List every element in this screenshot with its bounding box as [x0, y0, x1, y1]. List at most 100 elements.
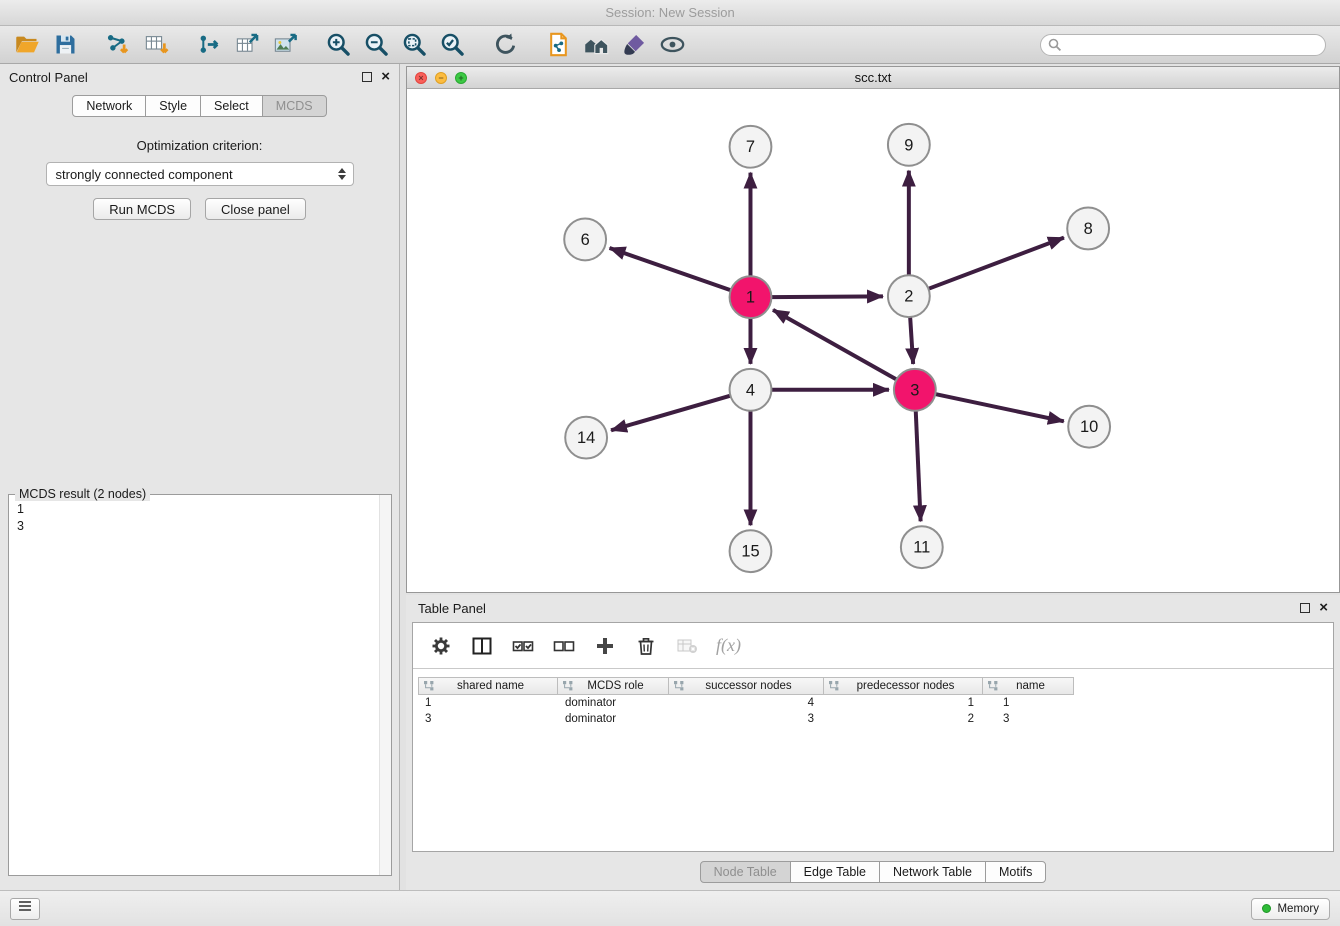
close-panel-icon[interactable]: × [381, 71, 390, 83]
edge-3-1[interactable] [773, 310, 897, 380]
zoom-window-button[interactable]: + [455, 72, 467, 84]
control-panel-tabs: NetworkStyleSelectMCDS [0, 95, 399, 117]
column-label: predecessor nodes [843, 680, 982, 692]
edge-4-14[interactable] [611, 396, 730, 431]
close-table-panel-icon[interactable]: × [1319, 602, 1328, 614]
apply-style-icon[interactable] [621, 31, 648, 58]
node-15[interactable]: 15 [730, 530, 772, 572]
optimization-criterion-dropdown[interactable]: strongly connected component [46, 162, 354, 186]
table-cell-successor-nodes[interactable]: 4 [670, 697, 826, 709]
task-history-button[interactable] [10, 898, 40, 920]
export-table-icon[interactable] [234, 31, 261, 58]
node-7[interactable]: 7 [730, 126, 772, 168]
tab-mcds[interactable]: MCDS [262, 95, 327, 117]
show-hide-icon[interactable] [659, 31, 686, 58]
zoom-out-icon[interactable] [363, 31, 390, 58]
column-header-name[interactable]: name [982, 677, 1074, 695]
refresh-icon[interactable] [492, 31, 519, 58]
window-titlebar: Session: New Session [0, 0, 1340, 26]
svg-text:2: 2 [904, 288, 913, 306]
select-all-icon[interactable] [511, 634, 535, 658]
export-network-icon[interactable] [196, 31, 223, 58]
tab-motifs[interactable]: Motifs [985, 861, 1046, 883]
add-row-icon[interactable] [593, 634, 617, 658]
run-mcds-button[interactable]: Run MCDS [93, 198, 191, 220]
edge-2-8[interactable] [928, 238, 1064, 289]
table-cell-mcds-role[interactable]: dominator [558, 713, 670, 725]
table-row[interactable]: 1dominator411 [418, 695, 1333, 711]
table-panel: Table Panel × f(x) shared nameMCDS roles… [406, 595, 1340, 890]
column-header-mcds-role[interactable]: MCDS role [557, 677, 669, 695]
column-label: successor nodes [688, 680, 823, 692]
node-6[interactable]: 6 [564, 218, 606, 260]
columns-icon[interactable] [470, 634, 494, 658]
tab-style[interactable]: Style [145, 95, 201, 117]
gear-icon[interactable] [429, 634, 453, 658]
tab-node-table[interactable]: Node Table [700, 861, 791, 883]
tab-network-table[interactable]: Network Table [879, 861, 986, 883]
edge-2-3[interactable] [910, 317, 913, 364]
tab-edge-table[interactable]: Edge Table [790, 861, 880, 883]
table-panel-tabs: Node TableEdge TableNetwork TableMotifs [406, 861, 1340, 883]
column-header-successor-nodes[interactable]: successor nodes [668, 677, 824, 695]
edge-1-2[interactable] [771, 296, 883, 297]
deselect-all-icon[interactable] [552, 634, 576, 658]
svg-text:1: 1 [746, 289, 755, 307]
network-canvas[interactable]: 7 9 6 8 1 2 4 3 14 10 15 11 [407, 89, 1339, 592]
close-panel-button[interactable]: Close panel [205, 198, 306, 220]
tab-network[interactable]: Network [72, 95, 146, 117]
table-row[interactable]: 3dominator323 [418, 711, 1333, 727]
table-cell-name[interactable]: 3 [986, 713, 1078, 725]
tab-select[interactable]: Select [200, 95, 263, 117]
mcds-result-text: 1 3 [9, 495, 391, 541]
table-cell-shared-name[interactable]: 1 [418, 697, 558, 709]
node-14[interactable]: 14 [565, 417, 607, 459]
zoom-in-icon[interactable] [325, 31, 352, 58]
delete-row-icon[interactable] [634, 634, 658, 658]
float-panel-icon[interactable] [362, 72, 372, 82]
mcds-result-title: MCDS result (2 nodes) [15, 487, 150, 501]
svg-text:15: 15 [741, 543, 759, 561]
status-bar: Memory [0, 890, 1340, 926]
first-neighbors-icon[interactable] [583, 31, 610, 58]
node-2[interactable]: 2 [888, 275, 930, 317]
edge-1-6[interactable] [610, 248, 731, 290]
float-table-panel-icon[interactable] [1300, 603, 1310, 613]
function-builder-icon[interactable]: f(x) [716, 635, 741, 656]
import-table-disabled-icon [675, 634, 699, 658]
node-3[interactable]: 3 [894, 369, 936, 411]
result-scrollbar[interactable] [379, 495, 391, 875]
control-panel-title: Control Panel [9, 70, 88, 85]
node-8[interactable]: 8 [1067, 208, 1109, 250]
svg-text:8: 8 [1084, 220, 1093, 238]
node-10[interactable]: 10 [1068, 406, 1110, 448]
network-file-icon[interactable] [545, 31, 572, 58]
table-cell-name[interactable]: 1 [986, 697, 1078, 709]
node-11[interactable]: 11 [901, 526, 943, 568]
close-window-button[interactable]: × [415, 72, 427, 84]
column-header-predecessor-nodes[interactable]: predecessor nodes [823, 677, 983, 695]
import-network-icon[interactable] [105, 31, 132, 58]
zoom-fit-icon[interactable] [401, 31, 428, 58]
memory-button[interactable]: Memory [1251, 898, 1330, 920]
node-1[interactable]: 1 [730, 276, 772, 318]
export-image-icon[interactable] [272, 31, 299, 58]
table-cell-predecessor-nodes[interactable]: 1 [826, 697, 986, 709]
table-cell-mcds-role[interactable]: dominator [558, 697, 670, 709]
table-cell-shared-name[interactable]: 3 [418, 713, 558, 725]
import-table-icon[interactable] [143, 31, 170, 58]
save-icon[interactable] [52, 31, 79, 58]
column-header-shared-name[interactable]: shared name [418, 677, 558, 695]
node-9[interactable]: 9 [888, 124, 930, 166]
minimize-window-button[interactable]: − [435, 72, 447, 84]
node-4[interactable]: 4 [730, 369, 772, 411]
table-cell-successor-nodes[interactable]: 3 [670, 713, 826, 725]
zoom-selected-icon[interactable] [439, 31, 466, 58]
main-toolbar [0, 26, 1340, 64]
edge-3-10[interactable] [935, 394, 1064, 421]
optimization-criterion-label: Optimization criterion: [0, 138, 399, 153]
open-folder-icon[interactable] [14, 31, 41, 58]
table-cell-predecessor-nodes[interactable]: 2 [826, 713, 986, 725]
edge-3-11[interactable] [916, 411, 921, 522]
search-input[interactable] [1040, 34, 1326, 56]
